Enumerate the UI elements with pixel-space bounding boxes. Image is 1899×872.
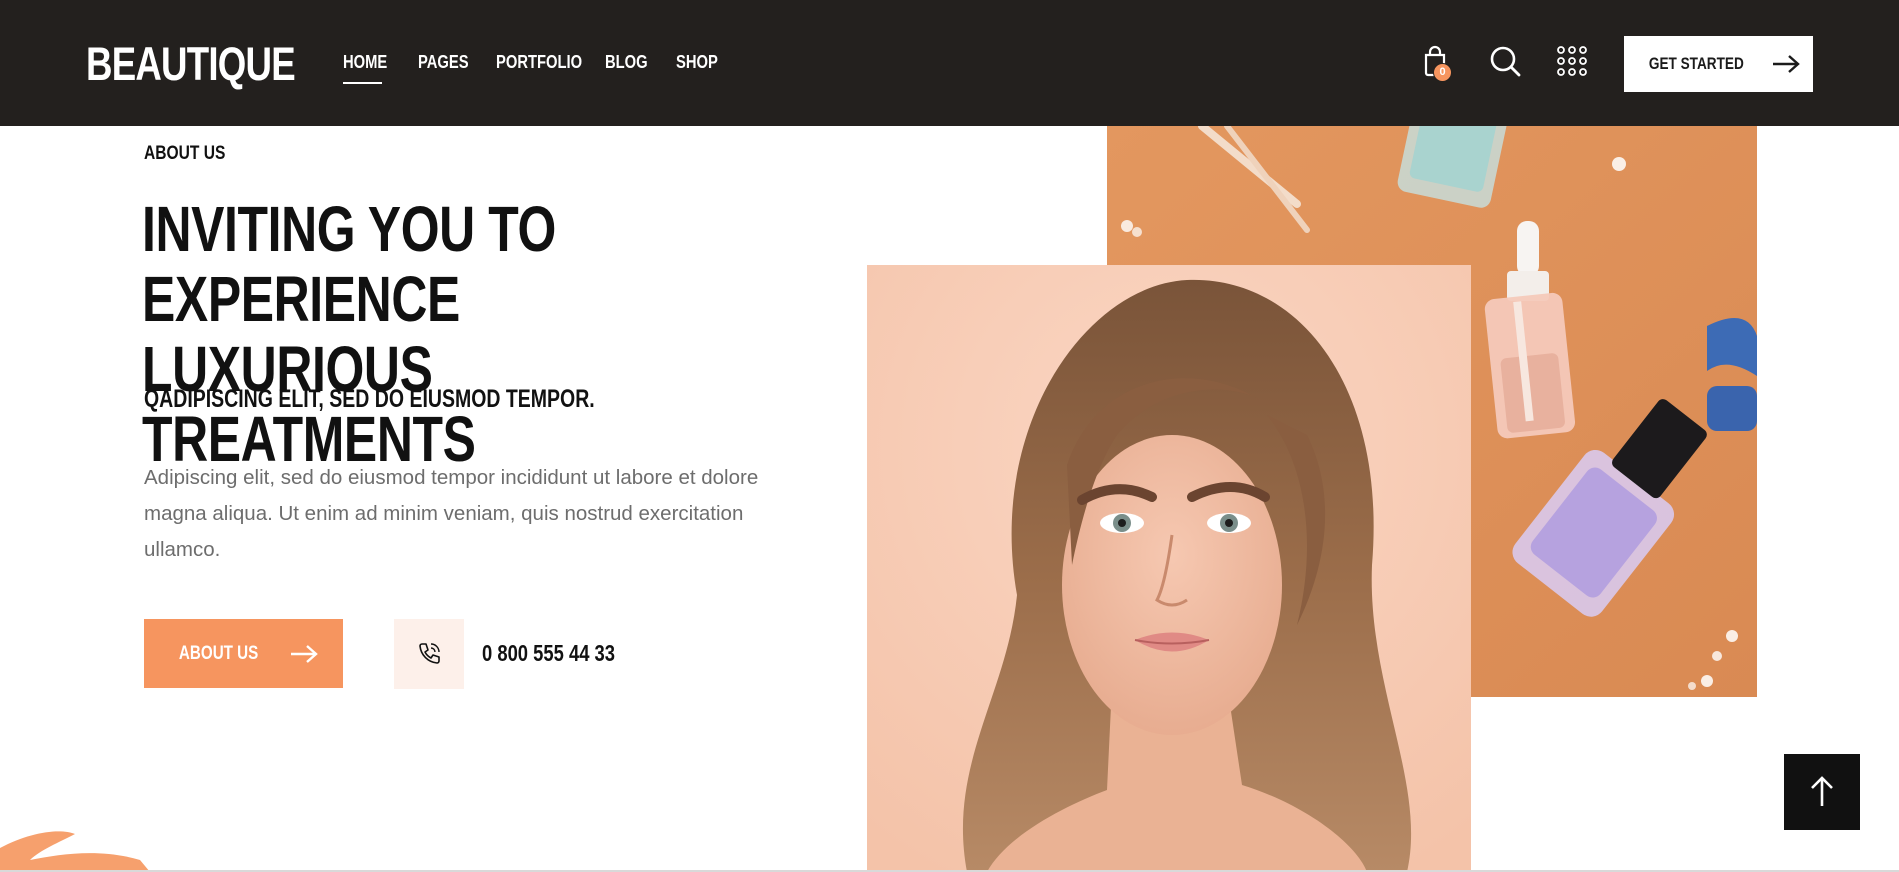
nav-item-shop[interactable]: SHOP — [676, 49, 718, 75]
nav-active-underline — [343, 82, 382, 84]
nav-item-blog[interactable]: BLOG — [605, 49, 648, 75]
grid-menu-icon[interactable] — [1555, 44, 1589, 78]
site-header: BEAUTIQUE HOME PAGES PORTFOLIO BLOG SHOP… — [0, 0, 1899, 126]
get-started-button[interactable]: GET STARTED — [1624, 36, 1813, 92]
decorative-brush-stroke — [0, 831, 150, 872]
nav-item-portfolio[interactable]: PORTFOLIO — [496, 49, 582, 75]
arrow-right-icon — [291, 644, 318, 663]
hero-subtitle: QADIPISCING ELIT, SED DO EIUSMOD TEMPOR. — [144, 385, 595, 413]
hero-paragraph: Adipiscing elit, sed do eiusmod tempor i… — [144, 466, 759, 561]
cart-count-badge: 0 — [1433, 63, 1452, 82]
search-icon[interactable] — [1488, 44, 1522, 78]
about-us-label: ABOUT US — [178, 642, 259, 664]
nav-item-home[interactable]: HOME — [343, 49, 387, 79]
arrow-right-icon — [1772, 55, 1800, 73]
section-eyebrow: ABOUT US — [144, 143, 226, 164]
hero-title-line1: INVITING YOU TO EXPERIENCE — [142, 193, 556, 335]
arrow-up-icon — [1811, 776, 1833, 806]
site-logo[interactable]: BEAUTIQUE — [86, 38, 296, 90]
model-portrait-image — [867, 265, 1471, 872]
hero-title: INVITING YOU TO EXPERIENCE LUXURIOUS TRE… — [142, 194, 704, 474]
nav-item-pages[interactable]: PAGES — [418, 49, 469, 75]
get-started-label: GET STARTED — [1649, 54, 1744, 73]
phone-number[interactable]: 0 800 555 44 33 — [482, 640, 615, 667]
phone-icon-box[interactable] — [394, 619, 464, 689]
phone-icon — [419, 643, 440, 664]
back-to-top-button[interactable] — [1784, 754, 1860, 830]
about-us-button[interactable]: ABOUT US — [144, 619, 343, 688]
